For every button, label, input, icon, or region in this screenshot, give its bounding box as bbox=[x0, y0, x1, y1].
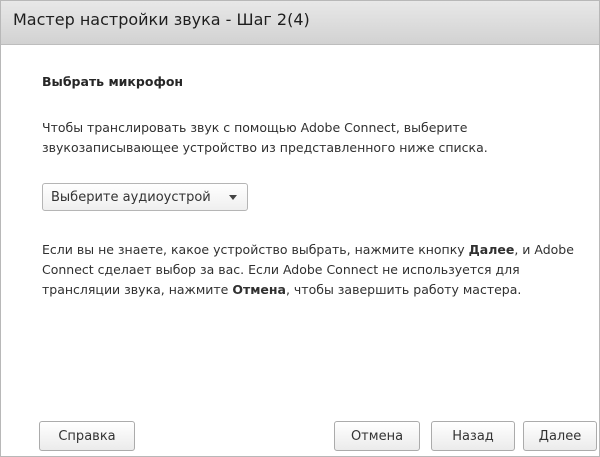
audio-device-select[interactable]: Выберите аудиоустрой bbox=[42, 183, 248, 211]
back-button[interactable]: Назад bbox=[431, 421, 515, 451]
intro-text: Чтобы транслировать звук с помощью Adobe… bbox=[42, 120, 488, 155]
title-bar: Мастер настройки звука - Шаг 2(4) bbox=[1, 1, 599, 45]
window-title: Мастер настройки звука - Шаг 2(4) bbox=[13, 10, 310, 29]
audio-setup-wizard-dialog: Мастер настройки звука - Шаг 2(4) Выбрат… bbox=[0, 0, 600, 457]
audio-device-select-value: Выберите аудиоустрой bbox=[51, 189, 211, 205]
next-button[interactable]: Далее bbox=[523, 421, 597, 451]
help-button[interactable]: Справка bbox=[39, 421, 135, 451]
cancel-button[interactable]: Отмена bbox=[334, 421, 420, 451]
help-text-part3: , чтобы завершить работу мастера. bbox=[285, 282, 522, 297]
section-heading: Выбрать микрофон bbox=[42, 74, 184, 89]
help-text-cancel-word: Отмена bbox=[232, 282, 286, 297]
chevron-down-icon bbox=[229, 195, 237, 200]
help-text: Если вы не знаете, какое устройство выбр… bbox=[42, 240, 582, 300]
help-text-next-word: Далее bbox=[468, 242, 515, 257]
help-text-part1: Если вы не знаете, какое устройство выбр… bbox=[42, 242, 469, 257]
